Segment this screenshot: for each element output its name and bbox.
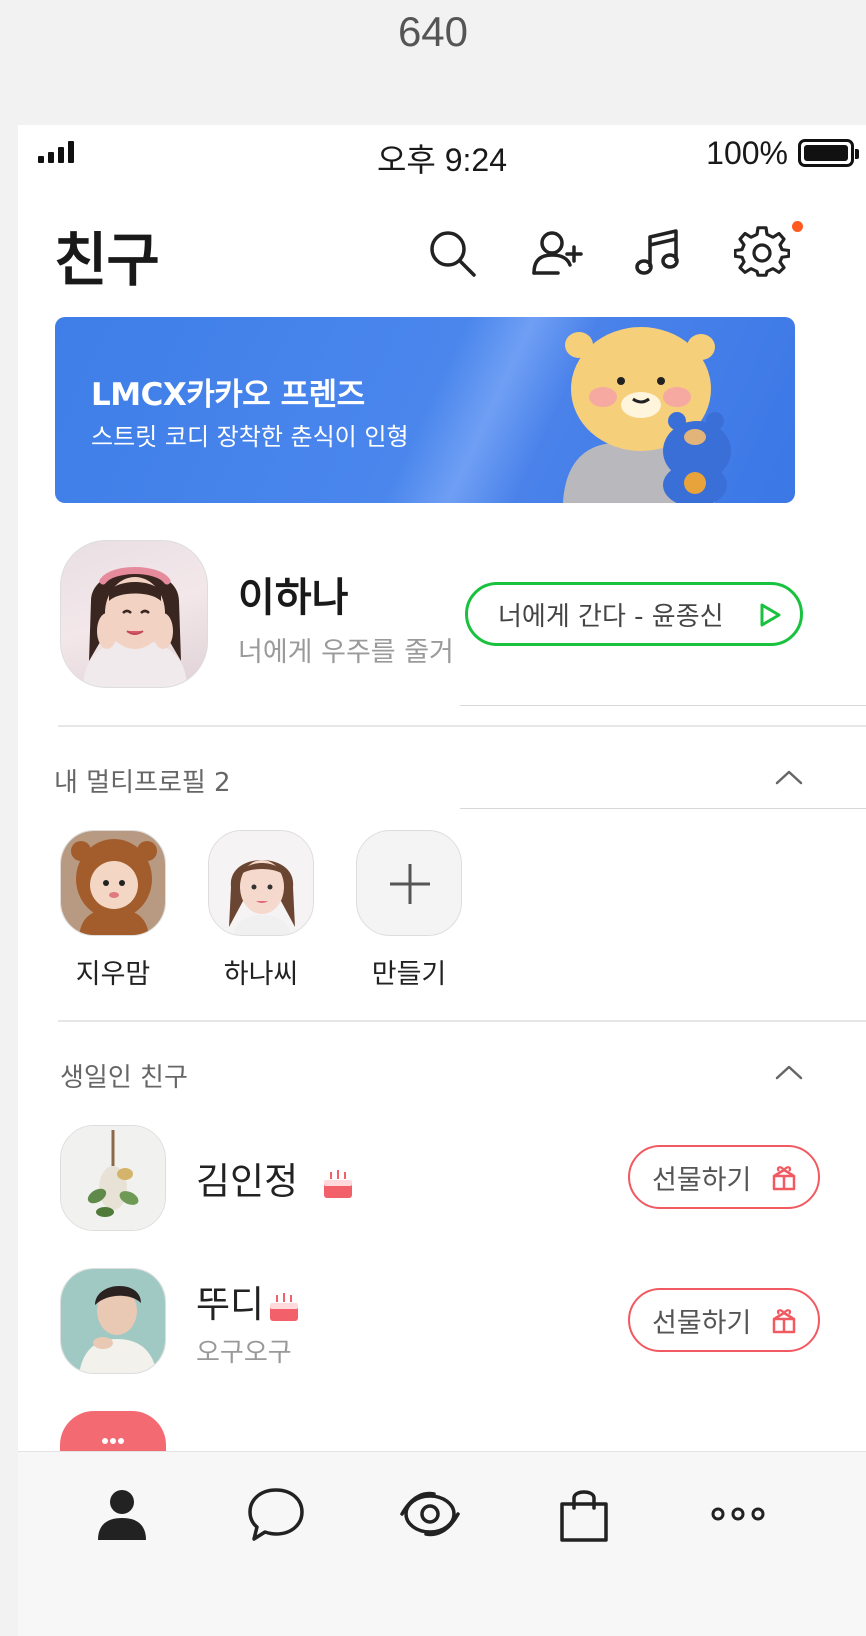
gift-box-icon <box>772 1309 796 1334</box>
my-profile-avatar[interactable] <box>60 540 208 688</box>
multi-profile-thumbnail <box>208 830 314 936</box>
multi-profile-title: 내 멀티프로필 2 <box>54 768 231 798</box>
collapse-chevron-up-icon[interactable] <box>775 769 803 785</box>
friends-tab-icon[interactable] <box>90 1482 154 1546</box>
multi-profile-label: 지우맘 <box>75 959 151 990</box>
chats-tab-icon[interactable] <box>244 1482 308 1546</box>
friend-name: 뚜디 <box>196 1283 265 1326</box>
gift-button-label: 선물하기 <box>652 1164 752 1196</box>
status-bar: 오후 9:24 100% <box>18 125 866 185</box>
gift-box-icon <box>772 1166 796 1191</box>
multi-profile-label: 만들기 <box>371 959 447 990</box>
divider-line <box>460 705 866 706</box>
friend-name-wrapper: 뚜디 <box>196 1274 302 1328</box>
more-dots-tab-icon[interactable] <box>706 1482 770 1546</box>
birthday-friend-row[interactable]: 뚜디 오구오구 선물하기 <box>60 1268 820 1374</box>
promo-banner[interactable]: LMCX카카오 프렌즈 스트릿 코디 장착한 춘식이 인형 <box>55 317 795 503</box>
collapse-chevron-up-icon[interactable] <box>775 1064 803 1080</box>
search-icon[interactable] <box>424 225 480 281</box>
multi-profile-label: 하나씨 <box>223 959 299 990</box>
banner-title: LMCX카카오 프렌즈 <box>91 377 365 413</box>
send-gift-button[interactable]: 선물하기 <box>628 1288 820 1352</box>
battery-percent: 100% <box>706 135 788 171</box>
birthday-section-title: 생일인 친구 <box>60 1063 188 1093</box>
phone-screen: 오후 9:24 100% 친구 LMCX카카오 프렌즈 스트릿 코디 장착한 춘… <box>18 125 866 1636</box>
profile-music-title: 너에게 간다 - 윤종신 <box>498 601 724 632</box>
birthday-friend-row[interactable]: 김인정 선물하기 <box>60 1125 820 1231</box>
shopping-bag-tab-icon[interactable] <box>552 1482 616 1546</box>
play-icon <box>760 603 781 627</box>
divider-line <box>460 808 866 809</box>
multi-profile-item[interactable]: 지우맘 <box>60 830 166 991</box>
create-multi-profile-button[interactable]: 만들기 <box>356 830 462 991</box>
banner-subtitle: 스트릿 코디 장착한 춘식이 인형 <box>91 423 409 451</box>
character-plush-image <box>543 325 743 503</box>
friend-name: 김인정 <box>196 1160 299 1203</box>
view-tab-icon[interactable] <box>398 1482 462 1546</box>
battery-icon <box>798 139 859 167</box>
birthday-cake-icon <box>323 1169 352 1198</box>
friend-name-wrapper: 김인정 <box>196 1151 356 1205</box>
friend-status-message: 오구오구 <box>196 1338 292 1368</box>
section-divider <box>58 725 866 727</box>
gift-button-label: 선물하기 <box>652 1307 752 1339</box>
notification-dot <box>792 221 803 232</box>
top-label: 640 <box>397 8 469 55</box>
my-status-message: 너에게 우주를 줄거 <box>238 637 454 668</box>
bottom-tab-bar <box>18 1451 866 1636</box>
multi-profile-thumbnail <box>60 830 166 936</box>
plus-icon <box>356 830 462 936</box>
send-gift-button[interactable]: 선물하기 <box>628 1145 820 1209</box>
music-icon[interactable] <box>630 225 686 281</box>
my-profile-name: 이하나 <box>238 575 349 621</box>
profile-music-button[interactable]: 너에게 간다 - 윤종신 <box>465 582 803 646</box>
friend-avatar <box>60 1125 166 1231</box>
section-divider <box>58 1020 866 1022</box>
add-friend-icon[interactable] <box>528 225 584 281</box>
friend-avatar <box>60 1268 166 1374</box>
birthday-cake-icon <box>270 1292 299 1321</box>
page-title: 친구 <box>54 226 160 294</box>
multi-profile-item[interactable]: 하나씨 <box>208 830 314 991</box>
settings-gear-icon[interactable] <box>733 225 791 281</box>
